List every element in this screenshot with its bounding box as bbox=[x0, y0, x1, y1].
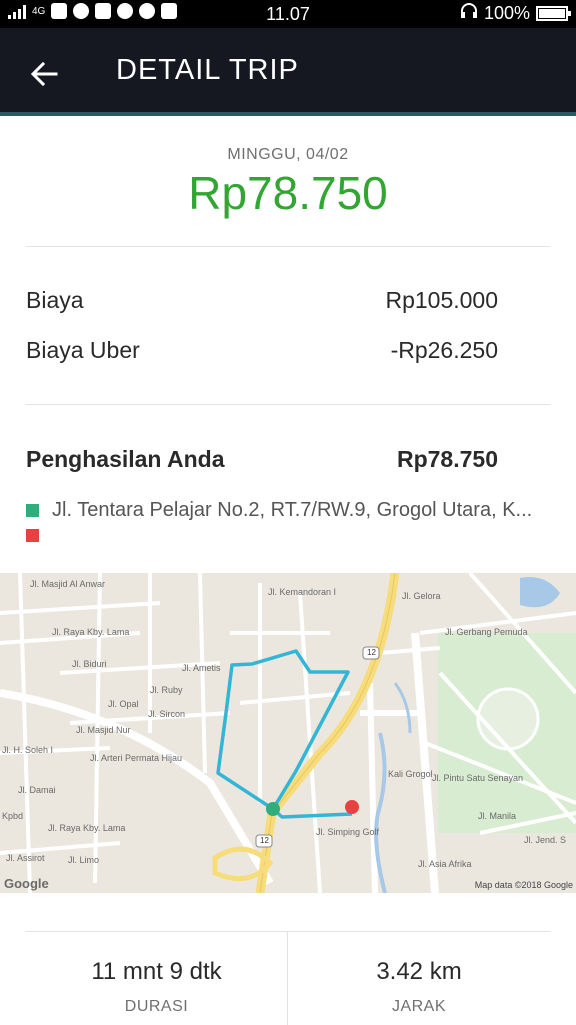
divider bbox=[26, 404, 550, 405]
map-label: Jl. Asia Afrika bbox=[418, 859, 472, 869]
distance-value: 3.42 km bbox=[376, 958, 462, 985]
map-label: Jl. Jend. S bbox=[524, 835, 567, 845]
fare-value: Rp105.000 bbox=[385, 287, 498, 313]
map-label: Jl. Arteri Permata Hijau bbox=[90, 753, 183, 763]
trip-map[interactable]: Jl. Masjid Al Anwar Jl. Raya Kby. Lama J… bbox=[0, 573, 576, 893]
map-label: Jl. Raya Kby. Lama bbox=[48, 823, 126, 833]
map-label: Jl. Sircon bbox=[148, 709, 186, 719]
map-label: Jl. Gerbang Pemuda bbox=[445, 627, 528, 637]
map-label: Jl. Ametis bbox=[182, 663, 221, 673]
map-river-branch bbox=[393, 682, 412, 734]
app-bar: DETAIL TRIP bbox=[0, 28, 576, 116]
battery-percent: 100% bbox=[483, 3, 530, 23]
map-label: Jl. H. Soleh I bbox=[2, 745, 54, 755]
duration-stat: 11 mnt 9 dtk DURASI bbox=[26, 932, 288, 1025]
map-label: Jl. Masjid Al Anwar bbox=[30, 579, 106, 589]
status-bar: 4G 11.07 100% bbox=[0, 0, 576, 28]
route-shield-number: 12 bbox=[367, 648, 376, 657]
distance-label: JARAK bbox=[391, 998, 447, 1015]
map-label: Jl. Biduri bbox=[72, 659, 107, 669]
map-label: Kpbd bbox=[2, 811, 24, 821]
map-label: Jl. Assirot bbox=[6, 853, 45, 863]
dropoff-pin-icon[interactable] bbox=[345, 800, 359, 814]
map-label: Jl. Damai bbox=[18, 785, 56, 795]
map-label: Kali Grogol bbox=[388, 769, 433, 779]
fare-label: Biaya bbox=[26, 287, 84, 313]
divider bbox=[26, 246, 550, 247]
trip-date: MINGGU, 04/02 bbox=[227, 146, 349, 163]
map-label: Jl. Limo bbox=[68, 855, 100, 865]
duration-value: 11 mnt 9 dtk bbox=[91, 958, 222, 985]
route-shield-number: 12 bbox=[260, 836, 269, 845]
map-label: Jl. Raya Kby. Lama bbox=[52, 627, 130, 637]
battery-icon bbox=[536, 6, 571, 21]
page-title: DETAIL TRIP bbox=[116, 54, 299, 86]
duration-label: DURASI bbox=[124, 998, 189, 1015]
trip-stats: 11 mnt 9 dtk DURASI 3.42 km JARAK bbox=[26, 931, 550, 1025]
distance-stat: 3.42 km JARAK bbox=[288, 932, 550, 1025]
app-bar-accent bbox=[0, 112, 576, 116]
map-attribution: Map data ©2018 Google bbox=[474, 880, 573, 890]
headset-icon bbox=[460, 3, 478, 24]
map-label: Jl. Gelora bbox=[402, 591, 441, 601]
dropoff-marker-icon bbox=[26, 529, 39, 542]
google-logo: Google bbox=[4, 876, 49, 891]
earnings-value: Rp78.750 bbox=[396, 446, 498, 472]
pickup-pin-icon[interactable] bbox=[266, 802, 280, 816]
back-arrow-icon bbox=[30, 61, 58, 87]
map-label: Jl. Ruby bbox=[150, 685, 183, 695]
map-label: Jl. Opal bbox=[108, 699, 139, 709]
map-label: Jl. Kemandoran I bbox=[268, 587, 337, 597]
map-label: Jl. Manila bbox=[478, 811, 517, 821]
uber-fee-value: -Rp26.250 bbox=[390, 337, 498, 363]
back-button[interactable] bbox=[26, 56, 62, 92]
map-label: Jl. Pintu Satu Senayan bbox=[432, 773, 524, 783]
earnings-label: Penghasilan Anda bbox=[26, 446, 225, 472]
pickup-marker-icon bbox=[26, 504, 39, 517]
status-icons-right: 100% bbox=[460, 3, 571, 24]
map-water bbox=[520, 577, 560, 608]
trip-total: Rp78.750 bbox=[188, 167, 388, 219]
map-label: Jl. Masjid Nur bbox=[76, 725, 131, 735]
map-roundabout bbox=[476, 687, 540, 751]
uber-fee-label: Biaya Uber bbox=[26, 337, 140, 363]
map-river bbox=[374, 732, 387, 893]
pickup-address: Jl. Tentara Pelajar No.2, RT.7/RW.9, Gro… bbox=[52, 499, 533, 521]
map-label: Jl. Simping Golf bbox=[316, 827, 380, 837]
